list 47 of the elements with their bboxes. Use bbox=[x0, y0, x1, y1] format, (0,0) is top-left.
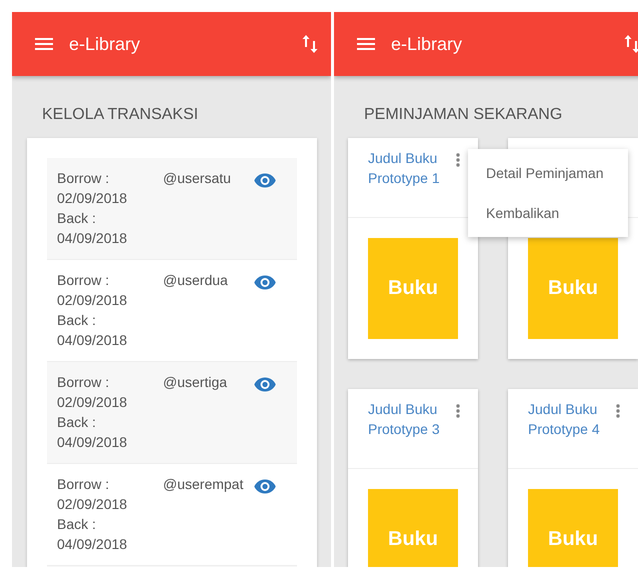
book-cover: Buku bbox=[528, 489, 618, 567]
book-card[interactable]: Judul Buku Prototype 4 Buku bbox=[508, 389, 638, 567]
borrow-label: Borrow : bbox=[57, 169, 110, 188]
borrow-label: Borrow : bbox=[57, 271, 110, 290]
username: @userdua bbox=[163, 271, 229, 290]
book-title[interactable]: Judul Buku Prototype 1 bbox=[368, 138, 448, 217]
section-heading: KELOLA TRANSAKSI bbox=[41, 105, 200, 125]
borrow-label: Borrow : bbox=[57, 373, 110, 392]
borrow-date: 02/09/2018 bbox=[57, 495, 128, 514]
back-date: 04/09/2018 bbox=[57, 433, 128, 452]
borrow-date: 02/09/2018 bbox=[57, 393, 128, 412]
transaction-row[interactable]: Borrow : 02/09/2018 Back : 04/09/2018 @usersatu bbox=[47, 158, 297, 260]
borrow-date: 02/09/2018 bbox=[57, 291, 128, 310]
back-date: 04/09/2018 bbox=[57, 229, 128, 248]
borrow-date: 02/09/2018 bbox=[57, 189, 128, 208]
menu-icon[interactable] bbox=[35, 38, 53, 50]
sort-icon[interactable] bbox=[624, 34, 638, 54]
book-cover: Buku bbox=[368, 238, 458, 339]
username: @usertiga bbox=[163, 373, 228, 392]
book-card[interactable]: Judul Buku Prototype 1 Buku bbox=[348, 138, 478, 359]
back-label: Back : bbox=[57, 311, 97, 330]
more-icon[interactable] bbox=[456, 153, 460, 167]
app-title: e-Library bbox=[69, 34, 142, 54]
sort-icon[interactable] bbox=[302, 34, 318, 54]
back-date: 04/09/2018 bbox=[57, 535, 128, 554]
back-date: 04/09/2018 bbox=[57, 331, 128, 350]
username: @usersatu bbox=[163, 169, 232, 188]
app-title: e-Library bbox=[391, 34, 464, 54]
transaction-row[interactable]: Borrow : 02/09/2018 Back : 04/09/2018 @usertiga bbox=[47, 362, 297, 464]
book-title[interactable]: Judul Buku Prototype 4 bbox=[528, 389, 608, 468]
more-icon[interactable] bbox=[456, 404, 460, 418]
book-title[interactable]: Judul Buku Prototype 3 bbox=[368, 389, 448, 468]
book-cover: Buku bbox=[528, 238, 618, 339]
view-icon[interactable] bbox=[254, 377, 276, 392]
book-card[interactable]: Judul Buku Prototype 3 Buku bbox=[348, 389, 478, 567]
view-icon[interactable] bbox=[254, 173, 276, 188]
back-label: Back : bbox=[57, 209, 97, 228]
username: @userempat bbox=[163, 475, 244, 494]
borrow-label: Borrow : bbox=[57, 475, 110, 494]
book-cover: Buku bbox=[368, 489, 458, 567]
section-heading: PEMINJAMAN SEKARANG bbox=[363, 105, 564, 125]
view-icon[interactable] bbox=[254, 479, 276, 494]
more-icon[interactable] bbox=[616, 404, 620, 418]
menu-icon[interactable] bbox=[357, 38, 375, 50]
back-label: Back : bbox=[57, 413, 97, 432]
view-icon[interactable] bbox=[254, 275, 276, 290]
back-label: Back : bbox=[57, 515, 97, 534]
